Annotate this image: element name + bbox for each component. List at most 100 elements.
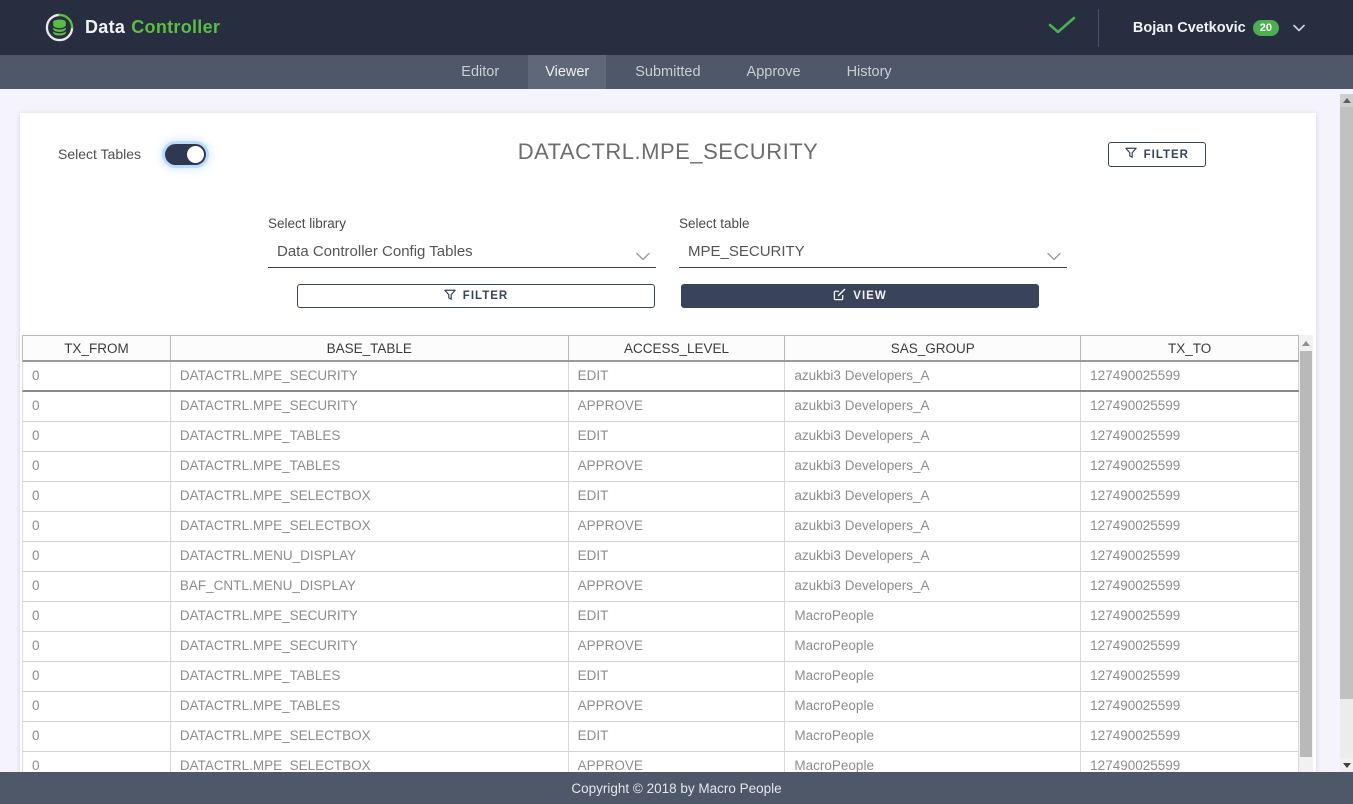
table-cell[interactable]: DATACTRL.MPE_TABLES	[171, 422, 569, 451]
table-cell[interactable]: 127490025599	[1081, 512, 1299, 541]
user-menu-chevron-down-icon[interactable]	[1293, 19, 1305, 37]
table-cell[interactable]: azukbi3 Developers_A	[785, 572, 1081, 601]
table-cell[interactable]: EDIT	[569, 602, 786, 631]
table-cell[interactable]: DATACTRL.MPE_SECURITY	[171, 602, 569, 631]
tab-viewer[interactable]: Viewer	[528, 55, 606, 89]
table-row[interactable]: 0BAF_CNTL.MENU_DISPLAYAPPROVEazukbi3 Dev…	[22, 572, 1299, 602]
table-cell[interactable]: EDIT	[569, 542, 786, 571]
table-cell[interactable]: azukbi3 Developers_A	[785, 482, 1081, 511]
table-cell[interactable]: azukbi3 Developers_A	[785, 362, 1081, 390]
table-cell[interactable]: DATACTRL.MENU_DISPLAY	[171, 542, 569, 571]
table-cell[interactable]: MacroPeople	[785, 692, 1081, 721]
view-button[interactable]: VIEW	[681, 284, 1039, 308]
table-cell[interactable]: 0	[23, 452, 171, 481]
table-cell[interactable]: EDIT	[569, 722, 786, 751]
filter-button-main[interactable]: FILTER	[297, 284, 655, 308]
table-row[interactable]: 0DATACTRL.MPE_TABLESEDITazukbi3 Develope…	[22, 422, 1299, 452]
table-cell[interactable]: 0	[23, 602, 171, 631]
page-scroll-down-icon[interactable]	[1340, 758, 1353, 772]
table-cell[interactable]: azukbi3 Developers_A	[785, 452, 1081, 481]
app-logo[interactable]: DataController	[44, 12, 220, 43]
table-cell[interactable]: DATACTRL.MPE_SELECTBOX	[171, 482, 569, 511]
table-cell[interactable]: EDIT	[569, 662, 786, 691]
page-scroll-up-icon[interactable]	[1340, 94, 1353, 107]
table-cell[interactable]: APPROVE	[569, 632, 786, 661]
table-cell[interactable]: azukbi3 Developers_A	[785, 422, 1081, 451]
table-cell[interactable]: EDIT	[569, 362, 786, 390]
table-cell[interactable]: MacroPeople	[785, 632, 1081, 661]
tab-history[interactable]: History	[830, 55, 909, 89]
table-cell[interactable]: 127490025599	[1081, 542, 1299, 571]
table-cell[interactable]: azukbi3 Developers_A	[785, 392, 1081, 421]
table-row[interactable]: 0DATACTRL.MPE_SECURITYAPPROVEazukbi3 Dev…	[22, 392, 1299, 422]
table-select[interactable]: MPE_SECURITY	[679, 240, 1067, 268]
column-header-access_level[interactable]: ACCESS_LEVEL	[569, 336, 786, 360]
table-row[interactable]: 0DATACTRL.MPE_SECURITYEDITMacroPeople127…	[22, 602, 1299, 632]
table-cell[interactable]: 127490025599	[1081, 452, 1299, 481]
table-cell[interactable]: 127490025599	[1081, 572, 1299, 601]
table-cell[interactable]: APPROVE	[569, 692, 786, 721]
table-cell[interactable]: 0	[23, 692, 171, 721]
column-header-tx_to[interactable]: TX_TO	[1081, 336, 1299, 360]
table-cell[interactable]: 0	[23, 512, 171, 541]
tab-approve[interactable]: Approve	[730, 55, 818, 89]
table-row[interactable]: 0DATACTRL.MPE_TABLESAPPROVEMacroPeople12…	[22, 692, 1299, 722]
table-cell[interactable]: 127490025599	[1081, 692, 1299, 721]
table-cell[interactable]: 127490025599	[1081, 392, 1299, 421]
table-cell[interactable]: 127490025599	[1081, 482, 1299, 511]
filter-button-top[interactable]: FILTER	[1108, 142, 1206, 167]
table-cell[interactable]: azukbi3 Developers_A	[785, 512, 1081, 541]
table-cell[interactable]: 127490025599	[1081, 362, 1299, 390]
table-cell[interactable]: DATACTRL.MPE_SELECTBOX	[171, 512, 569, 541]
table-cell[interactable]: 0	[23, 542, 171, 571]
page-scrollbar[interactable]	[1340, 94, 1353, 772]
table-cell[interactable]: DATACTRL.MPE_TABLES	[171, 692, 569, 721]
column-header-sas_group[interactable]: SAS_GROUP	[785, 336, 1081, 360]
table-cell[interactable]: APPROVE	[569, 392, 786, 421]
table-row[interactable]: 0DATACTRL.MPE_TABLESAPPROVEazukbi3 Devel…	[22, 452, 1299, 482]
table-cell[interactable]: DATACTRL.MPE_TABLES	[171, 662, 569, 691]
table-cell[interactable]: DATACTRL.MPE_SELECTBOX	[171, 722, 569, 751]
table-cell[interactable]: 0	[23, 362, 171, 390]
table-cell[interactable]: 127490025599	[1081, 722, 1299, 751]
table-cell[interactable]: 127490025599	[1081, 632, 1299, 661]
table-cell[interactable]: 0	[23, 572, 171, 601]
table-cell[interactable]: EDIT	[569, 422, 786, 451]
table-row[interactable]: 0DATACTRL.MPE_SELECTBOXEDITazukbi3 Devel…	[22, 482, 1299, 512]
table-cell[interactable]: 127490025599	[1081, 422, 1299, 451]
table-cell[interactable]: DATACTRL.MPE_SECURITY	[171, 392, 569, 421]
table-cell[interactable]: APPROVE	[569, 572, 786, 601]
table-row[interactable]: 0DATACTRL.MPE_SECURITYAPPROVEMacroPeople…	[22, 632, 1299, 662]
library-select[interactable]: Data Controller Config Tables	[268, 240, 656, 268]
table-cell[interactable]: APPROVE	[569, 512, 786, 541]
table-scroll-up-icon[interactable]	[1299, 335, 1313, 351]
table-cell[interactable]: 0	[23, 632, 171, 661]
table-row[interactable]: 0DATACTRL.MPE_SECURITYEDITazukbi3 Develo…	[22, 362, 1299, 392]
table-cell[interactable]: azukbi3 Developers_A	[785, 542, 1081, 571]
table-cell[interactable]: BAF_CNTL.MENU_DISPLAY	[171, 572, 569, 601]
table-row[interactable]: 0DATACTRL.MPE_TABLESEDITMacroPeople12749…	[22, 662, 1299, 692]
table-cell[interactable]: DATACTRL.MPE_SECURITY	[171, 632, 569, 661]
table-cell[interactable]: 0	[23, 422, 171, 451]
user-name[interactable]: Bojan Cvetkovic	[1133, 20, 1246, 36]
table-row[interactable]: 0DATACTRL.MENU_DISPLAYEDITazukbi3 Develo…	[22, 542, 1299, 572]
table-row[interactable]: 0DATACTRL.MPE_SELECTBOXEDITMacroPeople12…	[22, 722, 1299, 752]
column-header-tx_from[interactable]: TX_FROM	[23, 336, 171, 360]
table-cell[interactable]: MacroPeople	[785, 662, 1081, 691]
column-header-base_table[interactable]: BASE_TABLE	[171, 336, 569, 360]
page-scrollbar-thumb[interactable]	[1340, 107, 1353, 699]
table-cell[interactable]: 127490025599	[1081, 662, 1299, 691]
table-cell[interactable]: DATACTRL.MPE_TABLES	[171, 452, 569, 481]
tab-editor[interactable]: Editor	[444, 55, 516, 89]
tab-submitted[interactable]: Submitted	[618, 55, 717, 89]
table-cell[interactable]: DATACTRL.MPE_SECURITY	[171, 362, 569, 390]
table-cell[interactable]: APPROVE	[569, 452, 786, 481]
table-cell[interactable]: 0	[23, 662, 171, 691]
table-row[interactable]: 0DATACTRL.MPE_SELECTBOXAPPROVEazukbi3 De…	[22, 512, 1299, 542]
table-scrollbar-thumb[interactable]	[1300, 351, 1312, 757]
table-scrollbar[interactable]	[1299, 335, 1313, 804]
table-cell[interactable]: 0	[23, 392, 171, 421]
table-cell[interactable]: MacroPeople	[785, 602, 1081, 631]
table-cell[interactable]: 0	[23, 482, 171, 511]
table-cell[interactable]: MacroPeople	[785, 722, 1081, 751]
